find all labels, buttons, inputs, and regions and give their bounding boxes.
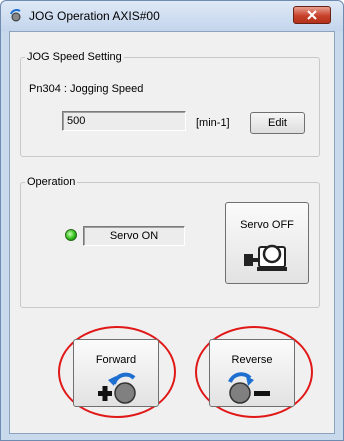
servo-status-text: Servo ON bbox=[109, 230, 159, 242]
edit-button[interactable]: Edit bbox=[250, 112, 305, 134]
jogging-speed-field[interactable]: 500 bbox=[62, 111, 186, 131]
reverse-label: Reverse bbox=[231, 354, 273, 366]
dialog-body: JOG Speed Setting Pn304 : Jogging Speed … bbox=[9, 31, 335, 434]
jog-speed-setting-group: JOG Speed Setting bbox=[20, 51, 320, 157]
forward-label: Forward bbox=[95, 354, 137, 366]
forward-rotation-icon bbox=[98, 372, 136, 404]
close-icon bbox=[307, 10, 317, 20]
servo-status-field: Servo ON bbox=[83, 226, 185, 246]
reverse-button[interactable]: Reverse bbox=[209, 339, 295, 407]
app-icon bbox=[10, 9, 21, 22]
close-button[interactable] bbox=[293, 6, 331, 24]
servo-off-label: Servo OFF bbox=[240, 219, 294, 231]
window-title: JOG Operation AXIS#00 bbox=[29, 9, 160, 23]
reverse-rotation-icon bbox=[228, 372, 270, 404]
speed-unit-label: [min-1] bbox=[196, 117, 230, 129]
operation-legend: Operation bbox=[27, 176, 76, 188]
servo-off-button[interactable]: Servo OFF bbox=[225, 202, 309, 284]
jog-operation-window: JOG Operation AXIS#00 JOG Speed Setting … bbox=[0, 0, 344, 441]
servo-status-led bbox=[65, 229, 77, 241]
forward-button[interactable]: Forward bbox=[73, 339, 159, 407]
title-bar[interactable]: JOG Operation AXIS#00 bbox=[1, 1, 343, 31]
jog-speed-setting-legend: JOG Speed Setting bbox=[27, 51, 122, 63]
servo-motor-icon bbox=[244, 244, 287, 271]
jogging-speed-param-label: Pn304 : Jogging Speed bbox=[29, 83, 144, 95]
